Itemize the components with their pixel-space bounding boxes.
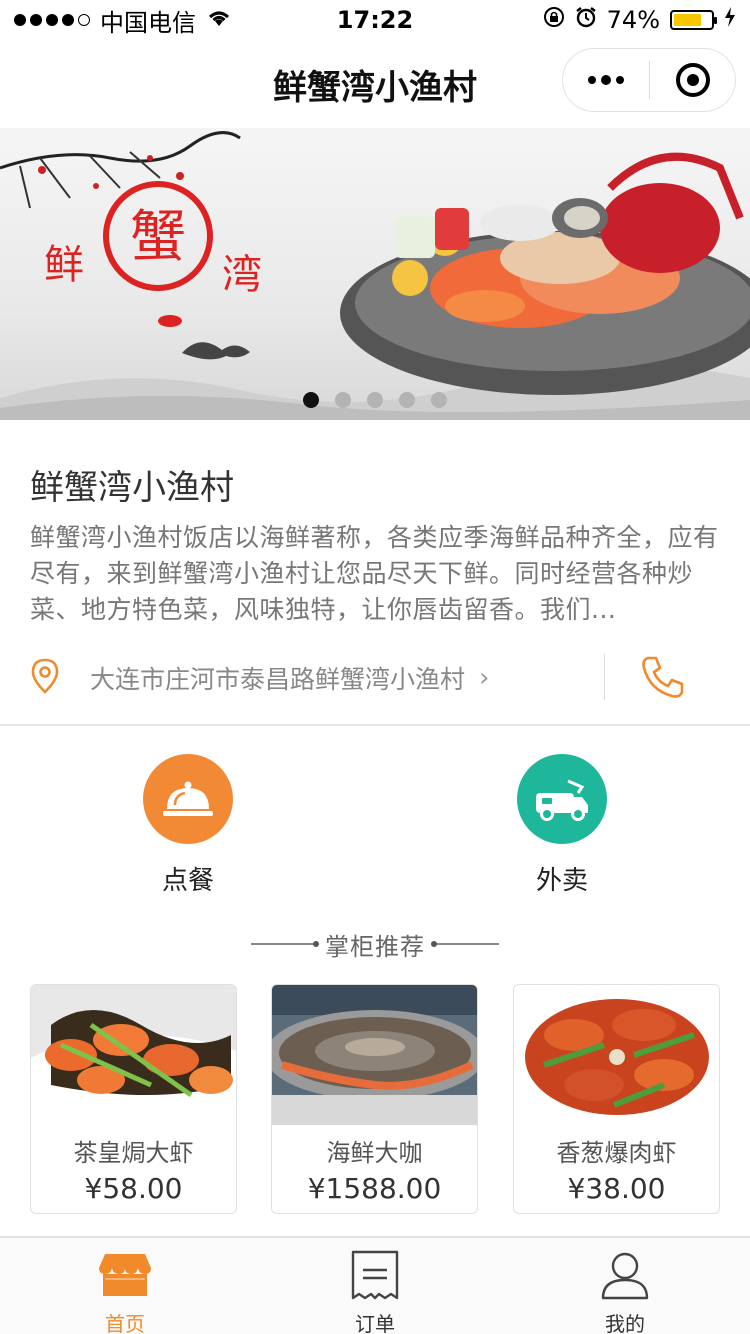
tab-home[interactable]: 首页 — [0, 1238, 250, 1334]
carousel-indicator[interactable] — [0, 392, 750, 408]
dish-price: ¥38.00 — [567, 1172, 666, 1205]
signal-icon — [14, 14, 90, 26]
address-text[interactable]: 大连市庄河市泰昌路鲜蟹湾小渔村 — [90, 660, 465, 696]
carrier-label: 中国电信 — [100, 8, 196, 37]
carousel-dot[interactable] — [303, 392, 319, 408]
dish-image — [31, 985, 236, 1125]
banner-right-text: 湾 — [222, 252, 262, 298]
carousel-dot[interactable] — [335, 392, 351, 408]
action-buttons: 点餐 外卖 — [0, 754, 750, 897]
target-close-icon[interactable] — [650, 49, 735, 111]
dish-card[interactable]: 香葱爆肉虾 ¥38.00 — [513, 984, 720, 1214]
dish-name: 海鲜大咖 — [326, 1139, 423, 1167]
chevron-right-icon: › — [479, 663, 490, 693]
carousel-dot[interactable] — [431, 392, 447, 408]
dish-price: ¥58.00 — [84, 1172, 183, 1205]
nav-bar: 鲜蟹湾小渔村 — [0, 40, 750, 128]
takeout-label: 外卖 — [535, 866, 588, 896]
tab-orders-label: 订单 — [355, 1312, 395, 1334]
more-dots-icon[interactable] — [563, 49, 649, 111]
address-row[interactable]: 大连市庄河市泰昌路鲜蟹湾小渔村 › — [30, 652, 720, 704]
tab-profile[interactable]: 我的 — [500, 1238, 750, 1334]
banner-illustration: 蟹 鲜 湾 — [0, 131, 750, 420]
dish-image — [272, 985, 477, 1125]
phone-icon[interactable] — [638, 652, 688, 702]
user-icon — [599, 1250, 651, 1304]
carousel-dot[interactable] — [399, 392, 415, 408]
recommend-list: 茶皇焗大虾 ¥58.00 海鲜大咖 ¥1588.00 香葱爆肉虾 ¥38.00 — [30, 984, 720, 1214]
tab-profile-label: 我的 — [605, 1312, 645, 1334]
dish-card[interactable]: 海鲜大咖 ¥1588.00 — [271, 984, 478, 1214]
delivery-truck-icon[interactable] — [517, 754, 607, 844]
shop-description: 鲜蟹湾小渔村饭店以海鲜著称，各类应季海鲜品种齐全，应有尽有，来到鲜蟹湾小渔村让您… — [30, 523, 719, 624]
dish-image — [514, 985, 719, 1125]
tab-bar: 首页 订单 我的 — [0, 1236, 750, 1334]
status-bar: 中国电信 17:22 74% — [0, 0, 750, 40]
banner-carousel[interactable]: 蟹 鲜 湾 — [0, 128, 750, 420]
mini-program-capsule — [562, 48, 736, 112]
dish-card[interactable]: 茶皇焗大虾 ¥58.00 — [30, 984, 237, 1214]
tab-orders[interactable]: 订单 — [250, 1238, 500, 1334]
banner-left-text: 鲜 — [44, 242, 84, 288]
recommend-header: 掌柜推荐 — [0, 926, 750, 962]
store-icon — [97, 1250, 153, 1304]
address-divider — [604, 654, 605, 700]
charging-icon — [724, 6, 736, 34]
page-title: 鲜蟹湾小渔村 — [273, 67, 477, 108]
tab-home-label: 首页 — [105, 1312, 145, 1334]
order-button[interactable]: 点餐 — [118, 754, 258, 897]
shop-info: 鲜蟹湾小渔村 鲜蟹湾小渔村饭店以海鲜著称，各类应季海鲜品种齐全，应有尽有，来到鲜… — [0, 420, 750, 726]
orientation-lock-icon — [543, 6, 565, 34]
cloche-icon[interactable] — [143, 754, 233, 844]
battery-percent: 74% — [606, 6, 660, 34]
alarm-icon — [575, 6, 597, 34]
banner-seal-text: 蟹 — [130, 205, 186, 270]
battery-icon — [670, 10, 717, 30]
divider-line — [431, 941, 499, 947]
dish-name: 茶皇焗大虾 — [73, 1139, 194, 1167]
order-label: 点餐 — [161, 866, 214, 896]
location-pin-icon — [30, 658, 60, 698]
dish-price: ¥1588.00 — [307, 1172, 442, 1205]
divider-line — [251, 941, 319, 947]
recommend-title: 掌柜推荐 — [325, 932, 425, 961]
shop-name: 鲜蟹湾小渔村 — [30, 468, 234, 508]
dish-name: 香葱爆肉虾 — [556, 1139, 677, 1167]
carousel-dot[interactable] — [367, 392, 383, 408]
takeout-button[interactable]: 外卖 — [492, 754, 632, 897]
receipt-icon — [349, 1250, 401, 1304]
wifi-icon — [206, 6, 232, 34]
